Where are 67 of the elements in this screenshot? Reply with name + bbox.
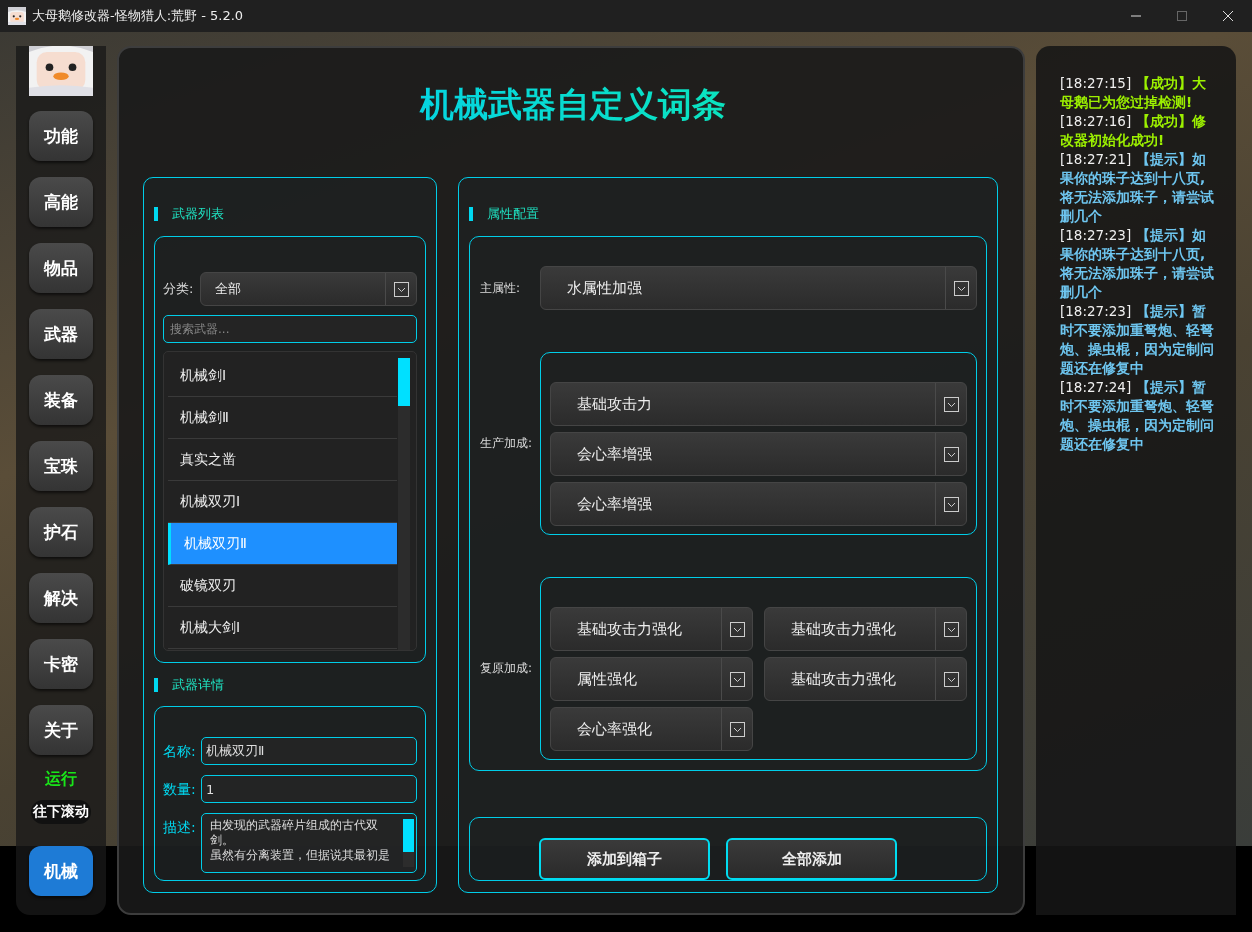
chevron-down-icon: [729, 621, 745, 637]
scrollbar-thumb[interactable]: [398, 358, 410, 406]
dropdown[interactable]: 会心率增强: [550, 482, 967, 526]
nav-button[interactable]: 功能: [29, 111, 93, 161]
nav-button[interactable]: 解决: [29, 573, 93, 623]
nav-button[interactable]: 关于: [29, 705, 93, 755]
description-text: 虽然有分离装置，但据说其最初是: [210, 848, 391, 863]
nav-button[interactable]: 高能: [29, 177, 93, 227]
weapon-list-item[interactable]: 机械剑Ⅰ: [168, 355, 397, 397]
weapon-list-item[interactable]: 机械剑Ⅱ: [168, 397, 397, 439]
production-bonus-label: 生产加成:: [480, 435, 534, 452]
name-field[interactable]: 机械双刃Ⅱ: [201, 737, 417, 765]
module-button[interactable]: 机械: [29, 846, 93, 896]
dropdown[interactable]: 基础攻击力强化: [764, 607, 967, 651]
dropdown[interactable]: 基础攻击力强化: [550, 607, 753, 651]
chevron-down-icon: [943, 621, 959, 637]
chevron-down-icon: [943, 446, 959, 462]
nav-button[interactable]: 武器: [29, 309, 93, 359]
nav-button[interactable]: 物品: [29, 243, 93, 293]
weapon-list-item[interactable]: 真实之凿: [168, 439, 397, 481]
search-field[interactable]: 搜索武器...: [163, 315, 417, 343]
dropdown[interactable]: 属性强化: [550, 657, 753, 701]
dropdown[interactable]: 会心率增强: [550, 432, 967, 476]
quantity-label: 数量:: [163, 780, 197, 799]
action-button[interactable]: 全部添加: [726, 838, 897, 880]
category-dropdown[interactable]: 全部: [200, 272, 417, 306]
weapon-list-item[interactable]: 机械大剑Ⅰ: [168, 607, 397, 649]
log-entry: [18:27:23] 【提示】如果你的珠子达到十八页,将无法添加珠子，请尝试删几个: [1060, 226, 1215, 302]
chevron-down-icon: [943, 496, 959, 512]
nav-button[interactable]: 卡密: [29, 639, 93, 689]
app-icon: [8, 7, 26, 25]
run-status: 运行: [45, 769, 77, 790]
restoration-bonus-label: 复原加成:: [480, 660, 534, 677]
log-entry: [18:27:16] 【成功】修改器初始化成功!: [1060, 112, 1207, 150]
description-text: 由发现的武器碎片组成的古代双剑。: [210, 818, 379, 848]
nav-button[interactable]: 装备: [29, 375, 93, 425]
chevron-down-icon: [943, 396, 959, 412]
description-label: 描述:: [163, 818, 197, 837]
scroll-down-button[interactable]: 往下滚动: [31, 800, 91, 824]
dropdown[interactable]: 基础攻击力: [550, 382, 967, 426]
log-entry: [18:27:23] 【提示】暂时不要添加重弩炮、轻弩炮、操虫棍，因为定制问题还在修复中: [1060, 302, 1215, 378]
log-entry: [18:27:24] 【提示】暂时不要添加重弩炮、轻弩炮、操虫棍，因为定制问题还在修复中: [1060, 378, 1215, 454]
main-attribute-label: 主属性:: [480, 279, 522, 297]
log-entry: [18:27:15] 【成功】大母鹅已为您过掉检测!: [1060, 74, 1207, 112]
chevron-down-icon: [729, 721, 745, 737]
maximize-icon[interactable]: [1176, 10, 1188, 22]
chevron-down-icon: [729, 671, 745, 687]
log-entry: [18:27:21] 【提示】如果你的珠子达到十八页,将无法添加珠子，请尝试删几个: [1060, 150, 1215, 226]
quantity-field[interactable]: 1: [201, 775, 417, 803]
chevron-down-icon: [943, 671, 959, 687]
section-heading: 武器列表: [172, 205, 224, 223]
chevron-down-icon: [953, 280, 969, 296]
dropdown[interactable]: 基础攻击力强化: [764, 657, 967, 701]
dropdown[interactable]: 会心率强化: [550, 707, 753, 751]
window-title: 大母鹅修改器-怪物猎人:荒野 - 5.2.0: [32, 7, 244, 25]
category-label: 分类:: [163, 280, 195, 298]
nav-button[interactable]: 宝珠: [29, 441, 93, 491]
weapon-list-item[interactable]: 破镜双刃: [168, 565, 397, 607]
section-heading: 属性配置: [487, 205, 539, 223]
close-icon[interactable]: [1222, 10, 1234, 22]
section-heading: 武器详情: [172, 676, 224, 694]
name-label: 名称:: [163, 742, 197, 761]
description-field[interactable]: 由发现的武器碎片组成的古代双剑。 虽然有分离装置，但据说其最初是: [201, 813, 417, 873]
action-button[interactable]: 添加到箱子: [539, 838, 710, 880]
main-attribute-dropdown[interactable]: 水属性加强: [540, 266, 977, 310]
nav-button[interactable]: 护石: [29, 507, 93, 557]
chevron-down-icon: [393, 281, 409, 297]
